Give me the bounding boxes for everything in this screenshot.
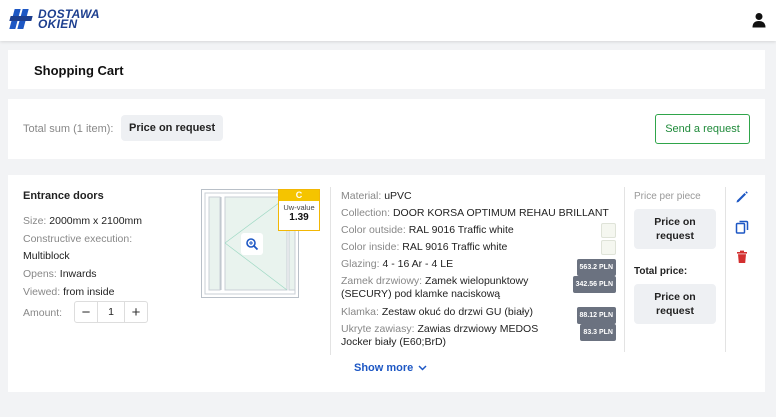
item-name: Entrance doors bbox=[23, 190, 104, 202]
title-card: Shopping Cart bbox=[8, 50, 765, 89]
total-price-value: Price on request bbox=[634, 284, 716, 324]
item-construction-value: Multiblock bbox=[23, 250, 70, 262]
edit-icon[interactable] bbox=[735, 190, 749, 204]
energy-class: C bbox=[279, 190, 319, 201]
opens-value: Inwards bbox=[59, 268, 97, 280]
spec-label: Color inside: bbox=[341, 241, 400, 253]
brand-logo[interactable]: DOSTAWA OKIEN bbox=[9, 8, 100, 30]
spec-label: Ukryte zawiasy: bbox=[341, 323, 415, 335]
color-swatch bbox=[601, 223, 616, 238]
price-badge: 342.56 PLN bbox=[572, 276, 616, 293]
spec-label: Material: bbox=[341, 190, 382, 202]
energy-value: 1.39 bbox=[289, 212, 309, 223]
spec-handle: Klamka: Zestaw okuć do drzwi GU (biały) … bbox=[341, 306, 616, 324]
top-header: DOSTAWA OKIEN bbox=[0, 0, 776, 41]
total-sum-price: Price on request bbox=[121, 115, 224, 141]
spec-color-inside: Color inside: RAL 9016 Traffic white bbox=[341, 240, 616, 255]
show-more-label: Show more bbox=[354, 362, 414, 374]
item-opens: Opens: Inwards bbox=[23, 268, 97, 280]
increase-button[interactable]: + bbox=[125, 304, 147, 321]
viewed-label: Viewed: bbox=[23, 286, 61, 298]
spec-label: Color outside: bbox=[341, 224, 406, 236]
divider bbox=[624, 187, 625, 352]
energy-label: Uw-value bbox=[283, 203, 315, 212]
item-viewed: Viewed: from inside bbox=[23, 286, 114, 298]
price-badge: 83.3 PLN bbox=[580, 324, 616, 341]
spec-value: uPVC bbox=[384, 190, 412, 202]
delete-icon[interactable] bbox=[735, 250, 749, 264]
spec-label: Zamek drzwiowy: bbox=[341, 275, 423, 287]
chevron-down-icon bbox=[418, 365, 427, 371]
logo-mark-icon bbox=[9, 9, 34, 29]
spec-value: 4 - 16 Ar - 4 LE bbox=[382, 258, 454, 270]
spec-value: RAL 9016 Traffic white bbox=[402, 241, 508, 253]
show-more-link[interactable]: Show more bbox=[354, 362, 427, 374]
spec-value: RAL 9016 Traffic white bbox=[408, 224, 514, 236]
color-swatch bbox=[601, 240, 616, 255]
spec-material: Material: uPVC bbox=[341, 190, 616, 203]
energy-rating-badge: C Uw-value 1.39 bbox=[278, 189, 320, 231]
item-construction: Constructive execution: bbox=[23, 233, 132, 245]
construction-value: Multiblock bbox=[23, 250, 70, 262]
divider bbox=[725, 187, 726, 352]
construction-label: Constructive execution: bbox=[23, 233, 133, 245]
spec-collection: Collection: DOOR KORSA OPTIMUM REHAU BRI… bbox=[341, 207, 616, 220]
send-request-button[interactable]: Send a request bbox=[655, 114, 750, 144]
cart-item: Entrance doors Size: 2000mm x 2100mm Con… bbox=[8, 175, 765, 392]
duplicate-icon[interactable] bbox=[735, 220, 749, 234]
size-label: Size: bbox=[23, 215, 47, 227]
cart-summary: Total sum (1 item): Price on request Sen… bbox=[8, 99, 765, 159]
item-size: Size: 2000mm x 2100mm bbox=[23, 215, 142, 227]
spec-glazing: Glazing: 4 - 16 Ar - 4 LE 563.2 PLN bbox=[341, 258, 616, 276]
spec-label: Glazing: bbox=[341, 258, 380, 270]
viewed-value: from inside bbox=[63, 286, 115, 298]
quantity-value[interactable]: 1 bbox=[97, 302, 125, 322]
logo-text: DOSTAWA OKIEN bbox=[38, 8, 100, 30]
user-account-icon[interactable] bbox=[752, 12, 766, 28]
price-badge: 563.2 PLN bbox=[576, 259, 616, 276]
decrease-button[interactable]: − bbox=[75, 304, 97, 321]
spec-value: Zestaw okuć do drzwi GU (biały) bbox=[381, 306, 533, 318]
amount-label: Amount: bbox=[23, 307, 63, 319]
page-title: Shopping Cart bbox=[34, 63, 124, 78]
opens-label: Opens: bbox=[23, 268, 57, 280]
spec-label: Collection: bbox=[341, 207, 391, 219]
spec-label: Klamka: bbox=[341, 306, 379, 318]
zoom-icon[interactable] bbox=[241, 233, 263, 255]
price-per-piece-label: Price per piece bbox=[634, 191, 701, 202]
size-value: 2000mm x 2100mm bbox=[49, 215, 143, 227]
total-sum-label: Total sum (1 item): bbox=[23, 123, 114, 135]
divider bbox=[330, 187, 331, 355]
spec-hidden-hinges: Ukryte zawiasy: Zawias drzwiowy MEDOS Jo… bbox=[341, 323, 616, 349]
spec-value: DOOR KORSA OPTIMUM REHAU BRILLANT bbox=[392, 207, 609, 219]
price-badge: 88.12 PLN bbox=[576, 307, 616, 324]
spec-door-lock: Zamek drzwiowy: Zamek wielopunktowy (SEC… bbox=[341, 275, 616, 301]
total-price-label: Total price: bbox=[634, 266, 688, 277]
quantity-stepper[interactable]: − 1 + bbox=[74, 301, 148, 323]
spec-color-outside: Color outside: RAL 9016 Traffic white bbox=[341, 223, 616, 238]
price-per-piece-value: Price on request bbox=[634, 209, 716, 249]
